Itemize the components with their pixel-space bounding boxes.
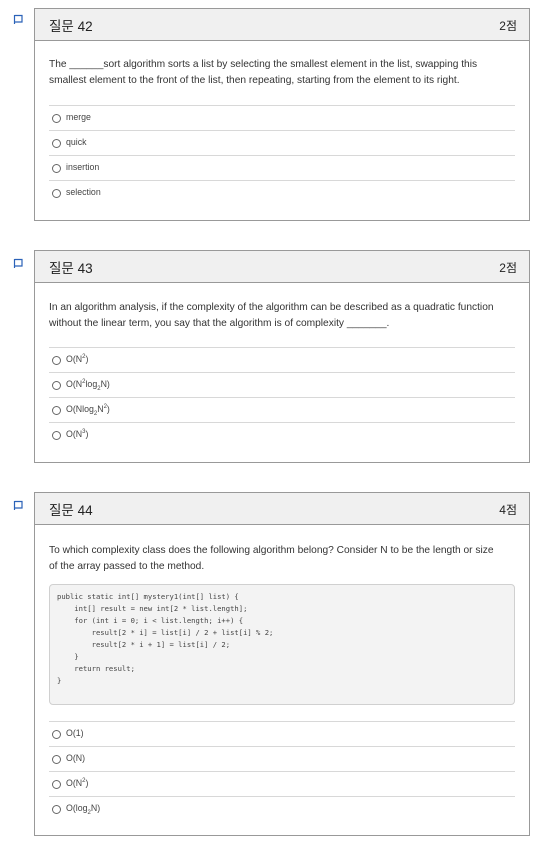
radio-button[interactable] [52, 730, 61, 739]
question-42: 질문 42 2점 The ______sort algorithm sorts … [34, 8, 530, 221]
code-line: public static int[] mystery1(int[] list)… [57, 592, 239, 601]
option-label: O(log2N) [66, 803, 101, 816]
answer-option[interactable]: quick [49, 130, 515, 156]
radio-button[interactable] [52, 780, 61, 789]
question-text: The ______sort algorithm sorts a list by… [49, 59, 478, 86]
option-label: O(N2) [66, 354, 89, 364]
radio-button[interactable] [52, 431, 61, 440]
answer-option[interactable]: O(N2log2N) [49, 372, 515, 398]
question-text: In an algorithm analysis, if the complex… [49, 302, 494, 329]
option-label: quick [66, 137, 87, 147]
flag-icon[interactable] [13, 500, 24, 511]
flag-icon[interactable] [13, 14, 24, 25]
radio-button[interactable] [52, 406, 61, 415]
answer-option[interactable]: insertion [49, 155, 515, 181]
question-title: 질문 42 [49, 19, 93, 34]
code-line: int[] result = new int[2 * list.length]; [57, 604, 248, 613]
radio-button[interactable] [52, 139, 61, 148]
radio-button[interactable] [52, 381, 61, 390]
answer-option[interactable]: O(N) [49, 746, 515, 772]
radio-button[interactable] [52, 356, 61, 365]
answer-option[interactable]: O(Nlog2N2) [49, 397, 515, 423]
code-line: } [57, 652, 79, 661]
answer-option[interactable]: O(N2) [49, 347, 515, 373]
radio-button[interactable] [52, 164, 61, 173]
option-label: O(Nlog2N2) [66, 404, 110, 417]
question-header: 질문 44 4점 [35, 493, 529, 525]
answer-option[interactable]: O(1) [49, 721, 515, 747]
answer-option[interactable]: O(log2N) [49, 796, 515, 822]
option-label: O(N3) [66, 429, 89, 439]
answer-option[interactable]: O(N3) [49, 422, 515, 448]
option-label: merge [66, 112, 91, 122]
option-label: O(N2log2N) [66, 379, 110, 392]
question-44: 질문 44 4점 To which complexity class does … [34, 492, 530, 836]
option-label: selection [66, 187, 101, 197]
flag-icon[interactable] [13, 258, 24, 269]
option-label: O(N) [66, 753, 86, 763]
code-line: return result; [57, 664, 135, 673]
question-title: 질문 44 [49, 503, 93, 518]
question-text: To which complexity class does the follo… [49, 545, 494, 572]
option-label: O(N2) [66, 778, 89, 788]
question-points: 2점 [499, 19, 517, 33]
code-line: for (int i = 0; i < list.length; i++) { [57, 616, 244, 625]
question-header: 질문 42 2점 [35, 9, 529, 41]
answer-option[interactable]: merge [49, 105, 515, 131]
code-block: public static int[] mystery1(int[] list)… [49, 584, 515, 705]
code-line: result[2 * i] = list[i] / 2 + list[i] % … [57, 628, 274, 637]
option-label: insertion [66, 162, 100, 172]
radio-button[interactable] [52, 755, 61, 764]
question-title: 질문 43 [49, 261, 93, 276]
question-43: 질문 43 2점 In an algorithm analysis, if th… [34, 250, 530, 463]
option-label: O(1) [66, 728, 84, 738]
code-line: result[2 * i + 1] = list[i] / 2; [57, 640, 231, 649]
radio-button[interactable] [52, 114, 61, 123]
question-points: 4점 [499, 503, 517, 517]
question-points: 2점 [499, 261, 517, 275]
answer-option[interactable]: selection [49, 180, 515, 206]
radio-button[interactable] [52, 805, 61, 814]
answer-option[interactable]: O(N2) [49, 771, 515, 797]
question-header: 질문 43 2점 [35, 251, 529, 283]
code-line: } [57, 676, 62, 685]
radio-button[interactable] [52, 189, 61, 198]
